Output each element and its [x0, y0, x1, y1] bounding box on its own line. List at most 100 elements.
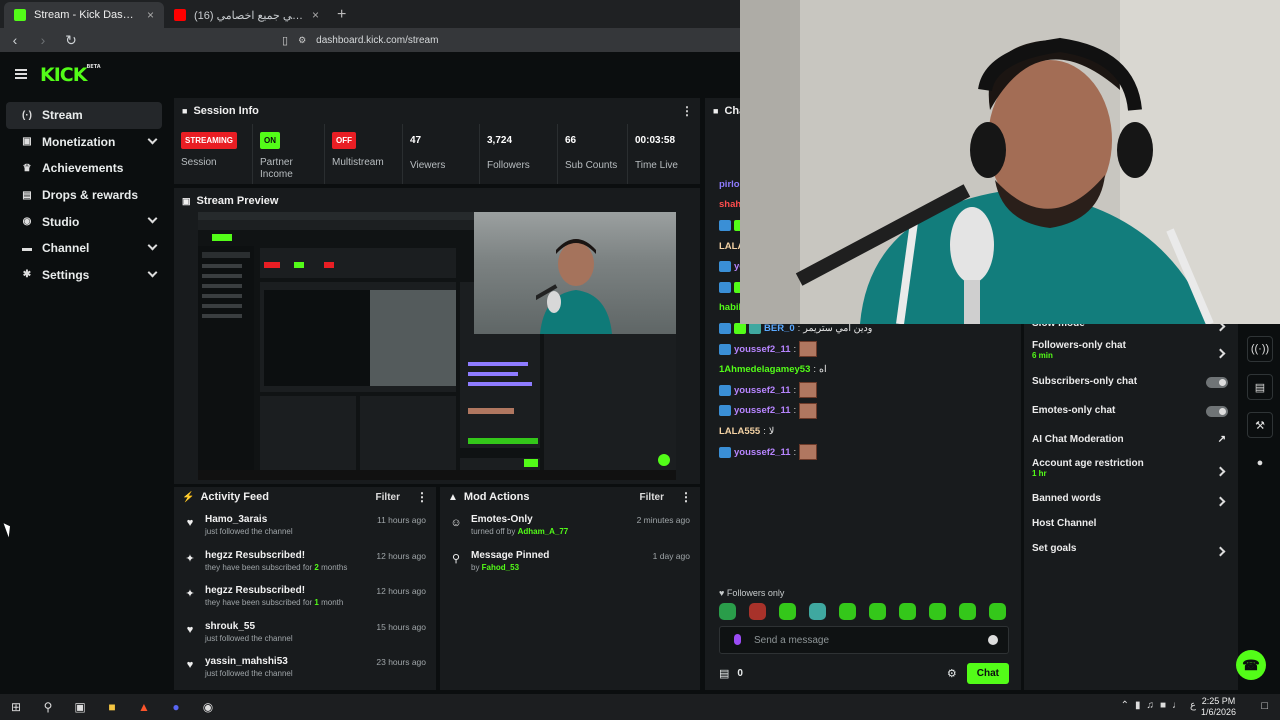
emote-button[interactable] — [749, 603, 766, 620]
chat-emote — [799, 402, 818, 419]
tab-kick-dashboard[interactable]: Stream - Kick Dashboard × — [4, 2, 164, 28]
site-info-icon[interactable]: ⚙ — [298, 35, 306, 46]
stat-session: STREAMING Session — [174, 124, 253, 184]
stat-time-live: 00:03:58 Time Live — [635, 135, 678, 171]
chat-username[interactable]: youssef2_11 — [734, 344, 791, 355]
menu-icon[interactable] — [15, 69, 27, 79]
setting-host-channel[interactable]: Host Channel — [1024, 518, 1238, 543]
status-badge: STREAMING — [181, 132, 237, 149]
notification-icon[interactable]: □ — [1261, 700, 1268, 712]
chat-icon: ■ — [713, 106, 719, 116]
more-options-icon[interactable]: ⋮ — [681, 104, 693, 118]
setting-ai-moderation[interactable]: AI Chat Moderation ↗ — [1024, 434, 1238, 458]
emote-button[interactable] — [989, 603, 1006, 620]
user-badge-icon — [719, 405, 731, 417]
panel-title: Mod Actions — [463, 491, 530, 503]
chat-emote — [799, 341, 818, 358]
chat-settings-icon[interactable]: ⚙ — [947, 667, 957, 680]
setting-emotes-only[interactable]: Emotes-only chat — [1024, 405, 1238, 434]
send-chat-button[interactable]: Chat — [966, 662, 1009, 684]
emoji-icon[interactable] — [988, 635, 998, 645]
stat-followers: 3,724 Followers — [480, 124, 558, 184]
more-options-icon[interactable]: ⋮ — [680, 490, 692, 504]
emote-button[interactable] — [899, 603, 916, 620]
close-tab-icon[interactable]: × — [312, 8, 319, 22]
sidebar-item-achievements[interactable]: ♛ Achievements — [6, 155, 162, 182]
brave-browser-icon[interactable]: ▲ — [128, 694, 160, 720]
chat-username[interactable]: LALA555 — [719, 426, 760, 437]
back-icon[interactable]: ‹ — [8, 32, 22, 48]
heart-icon: ♥ — [186, 659, 194, 672]
setting-subscribers-only[interactable]: Subscribers-only chat — [1024, 376, 1238, 405]
emote-button[interactable] — [929, 603, 946, 620]
setting-banned-words[interactable]: Banned words — [1024, 493, 1238, 518]
microphone-icon[interactable] — [734, 634, 741, 645]
layout-icon[interactable]: ▤ — [1247, 374, 1273, 400]
chat-colon: : — [813, 364, 816, 376]
search-icon[interactable]: ⚲ — [32, 694, 64, 720]
setting-followers-only[interactable]: Followers-only chat 6 min — [1024, 340, 1238, 374]
emote-button[interactable] — [869, 603, 886, 620]
emote-button[interactable] — [839, 603, 856, 620]
subscribers-only-toggle[interactable] — [1206, 377, 1228, 388]
kick-logo[interactable]: KICKBETA — [40, 64, 101, 86]
tray-icons[interactable]: ⌃▮♫■♩ — [1121, 700, 1188, 711]
emote-button[interactable] — [809, 603, 826, 620]
emotes-only-toggle[interactable] — [1206, 406, 1228, 417]
setting-set-goals[interactable]: Set goals — [1024, 543, 1238, 568]
chevron-down-icon — [147, 134, 158, 145]
sidebar-item-settings[interactable]: ✱ Settings — [6, 262, 162, 289]
filter-button[interactable]: Filter — [376, 492, 400, 503]
beta-label: BETA — [86, 64, 101, 70]
emote-button[interactable] — [779, 603, 796, 620]
task-view-icon[interactable]: ▣ — [64, 694, 96, 720]
chat-username[interactable]: youssef2_11 — [734, 405, 791, 416]
sidebar-item-stream[interactable]: (·) Stream — [6, 102, 162, 129]
new-tab-button[interactable]: + — [329, 6, 354, 28]
discord-icon[interactable]: ● — [160, 694, 192, 720]
url-text[interactable]: dashboard.kick.com/stream — [316, 35, 438, 46]
sidebar-item-channel[interactable]: ▬ Channel — [6, 235, 162, 262]
filter-button[interactable]: Filter — [640, 492, 664, 503]
bookmark-icon[interactable]: ▯ — [282, 34, 288, 47]
emote-button[interactable] — [719, 603, 736, 620]
panel-title: Activity Feed — [200, 491, 269, 503]
people-icon[interactable]: ● — [1247, 450, 1273, 476]
panel-title: Session Info — [193, 105, 259, 117]
streamer-camera-image — [740, 0, 1280, 324]
close-tab-icon[interactable]: × — [147, 8, 154, 22]
broadcast-icon[interactable]: ((·)) — [1247, 336, 1273, 362]
sidebar-item-monetization[interactable]: ▣ Monetization — [6, 129, 162, 156]
stream-video[interactable] — [198, 212, 676, 480]
forward-icon[interactable]: › — [36, 32, 50, 48]
channel-points-icon[interactable]: ▤ — [719, 667, 729, 680]
stream-icon: (·) — [22, 109, 32, 121]
sidebar-item-studio[interactable]: ◉ Studio — [6, 208, 162, 235]
chat-username[interactable]: youssef2_11 — [734, 447, 791, 458]
chat-username[interactable]: 1Ahmedelagamey53 — [719, 364, 810, 375]
system-clock[interactable]: 2:25 PM 1/6/2026 — [1201, 696, 1236, 718]
chat-input[interactable]: Send a message — [719, 626, 1009, 654]
reload-icon[interactable]: ↻ — [64, 32, 78, 49]
more-options-icon[interactable]: ⋮ — [416, 490, 428, 504]
shield-icon: ▲ — [448, 491, 458, 503]
stat-multistream: OFF Multistream — [325, 124, 403, 184]
file-explorer-icon[interactable]: ■ — [96, 694, 128, 720]
stat-sub-counts: 66 Sub Counts — [558, 124, 628, 184]
chevron-right-icon — [1215, 546, 1226, 557]
sidebar-item-drops[interactable]: ▤ Drops & rewards — [6, 182, 162, 209]
language-indicator[interactable]: ع — [1190, 700, 1196, 711]
chat-message: LALA555: لا — [719, 421, 1019, 442]
chat-username[interactable]: BER_0 — [764, 323, 795, 334]
emote-button[interactable] — [959, 603, 976, 620]
session-info-panel: ■ Session Info ⋮ STREAMING Session ON Pa… — [174, 98, 700, 184]
chat-username[interactable]: youssef2_11 — [734, 385, 791, 396]
windows-start-icon[interactable]: ⊞ — [0, 694, 32, 720]
setting-account-age[interactable]: Account age restriction 1 hr — [1024, 458, 1238, 493]
chevron-down-icon — [147, 213, 158, 224]
help-headset-icon[interactable]: ☎ — [1236, 650, 1266, 680]
wrench-icon[interactable]: ⚒ — [1247, 412, 1273, 438]
obs-icon[interactable]: ◉ — [192, 694, 224, 720]
activity-feed-panel: ⚡ Activity Feed Filter ⋮ ♥ Hamo_3arais j… — [174, 487, 436, 690]
tab-youtube[interactable]: (16) عصام صاصا - الي جميع اخصامي × — [164, 2, 329, 28]
